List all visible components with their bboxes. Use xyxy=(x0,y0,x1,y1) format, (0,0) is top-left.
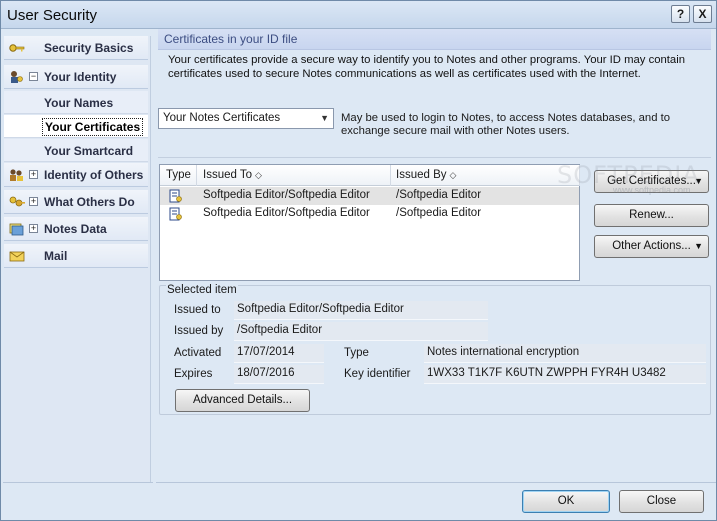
sidebar-item-label: Your Names xyxy=(44,96,114,110)
sidebar-item-what-others-do[interactable]: + What Others Do xyxy=(4,190,148,214)
sidebar-item-your-identity[interactable]: − Your Identity xyxy=(4,65,148,89)
issued-to-label: Issued to xyxy=(174,304,221,316)
issued-by-cell: /Softpedia Editor xyxy=(396,207,482,219)
activated-label: Activated xyxy=(174,347,222,359)
sidebar-item-label: Notes Data xyxy=(44,222,107,236)
title-bar: User Security ? X xyxy=(1,1,716,29)
key-icon xyxy=(9,44,25,52)
certificate-icon xyxy=(169,207,182,221)
sidebar-item-label: Security Basics xyxy=(44,41,134,55)
identity-icon xyxy=(11,71,23,83)
expires-label: Expires xyxy=(174,368,213,380)
column-header-issued-by[interactable]: Issued By ◇ xyxy=(396,169,456,181)
type-label: Type xyxy=(344,347,369,359)
column-header-issued-to[interactable]: Issued To ◇ xyxy=(203,169,262,181)
expand-toggle-icon[interactable]: + xyxy=(29,197,38,206)
certificate-type-value: Your Notes Certificates xyxy=(163,112,281,124)
people-keys-icon xyxy=(10,169,23,181)
issued-by-cell: /Softpedia Editor xyxy=(396,189,482,201)
intro-text: Your certificates provide a secure way t… xyxy=(168,54,686,80)
help-button[interactable]: ? xyxy=(671,5,690,23)
certificates-panel: Certificates in your ID file Your certif… xyxy=(156,29,716,482)
sort-icon: ◇ xyxy=(255,170,262,180)
advanced-details-button[interactable]: Advanced Details... xyxy=(175,389,310,412)
ok-button[interactable]: OK xyxy=(522,490,610,513)
sidebar-item-your-smartcard[interactable]: Your Smartcard xyxy=(4,139,148,162)
sidebar-item-your-certificates[interactable]: Your Certificates xyxy=(4,115,148,138)
issued-by-label: Issued by xyxy=(174,325,224,337)
sidebar-item-mail[interactable]: Mail xyxy=(4,244,148,268)
expand-toggle-icon[interactable]: + xyxy=(29,224,38,233)
sort-icon: ◇ xyxy=(449,170,457,180)
keys-icon xyxy=(9,196,25,207)
expand-toggle-icon[interactable]: + xyxy=(29,170,38,179)
issued-to-cell: Softpedia Editor/Softpedia Editor xyxy=(203,207,370,219)
activated-value: 17/07/2014 xyxy=(234,344,324,363)
close-button[interactable]: Close xyxy=(619,490,704,513)
certificate-icon xyxy=(169,189,182,203)
section-title: Certificates in your ID file xyxy=(158,29,711,50)
footer-divider xyxy=(3,482,153,483)
sidebar-item-your-names[interactable]: Your Names xyxy=(4,91,148,114)
table-row[interactable]: Softpedia Editor/Softpedia Editor /Softp… xyxy=(160,205,579,223)
sidebar-item-security-basics[interactable]: Security Basics xyxy=(4,36,148,60)
certificate-type-select[interactable]: Your Notes Certificates ▼ xyxy=(158,108,334,129)
close-window-button[interactable]: X xyxy=(693,5,712,23)
chevron-down-icon: ▼ xyxy=(320,113,329,123)
issued-to-cell: Softpedia Editor/Softpedia Editor xyxy=(203,189,370,201)
sidebar-item-label: Your Identity xyxy=(44,70,117,84)
table-row[interactable]: Softpedia Editor/Softpedia Editor /Softp… xyxy=(160,187,579,205)
sidebar-item-notes-data[interactable]: + Notes Data xyxy=(4,217,148,241)
user-security-window: User Security ? X Security Basics − Your… xyxy=(0,0,717,521)
chevron-down-icon: ▼ xyxy=(694,241,703,251)
sidebar-nav: Security Basics − Your Identity Your Nam… xyxy=(4,36,151,482)
column-header-type[interactable]: Type xyxy=(166,169,191,181)
footer-divider xyxy=(156,482,716,483)
sidebar-item-label: Identity of Others xyxy=(44,168,144,182)
issued-to-value: Softpedia Editor/Softpedia Editor xyxy=(234,301,488,320)
key-identifier-label: Key identifier xyxy=(344,368,411,380)
other-actions-button[interactable]: Other Actions... ▼ xyxy=(594,235,709,258)
type-value: Notes international encryption xyxy=(424,344,706,363)
group-legend: Selected item xyxy=(166,284,238,296)
divider xyxy=(158,157,711,158)
issued-by-value: /Softpedia Editor xyxy=(234,322,488,341)
mail-icon xyxy=(9,251,25,262)
collapse-toggle-icon[interactable]: − xyxy=(29,72,38,81)
certificate-type-description: May be used to login to Notes, to access… xyxy=(341,112,671,137)
sidebar-item-label: Mail xyxy=(44,249,68,263)
sidebar-item-label: Your Smartcard xyxy=(44,144,134,158)
sidebar-item-label: What Others Do xyxy=(44,195,135,209)
renew-button[interactable]: Renew... xyxy=(594,204,709,227)
key-identifier-value: 1WX33 T1K7F K6UTN ZWPPH FYR4H U3482 xyxy=(424,365,706,384)
notes-data-icon xyxy=(9,223,24,236)
watermark-url: www.softpedia.com xyxy=(613,185,691,195)
expires-value: 18/07/2016 xyxy=(234,365,324,384)
sidebar-item-label: Your Certificates xyxy=(42,118,144,136)
window-title: User Security xyxy=(7,7,98,24)
sidebar-item-identity-of-others[interactable]: + Identity of Others xyxy=(4,163,148,187)
table-header: Type Issued To ◇ Issued By ◇ xyxy=(160,165,580,186)
certificates-table: Type Issued To ◇ Issued By ◇ Softpedia Edi… xyxy=(159,164,580,281)
